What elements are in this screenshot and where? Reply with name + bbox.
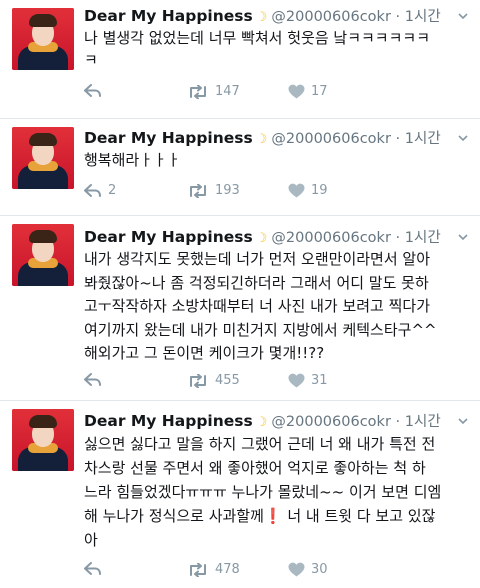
chevron-down-icon[interactable] <box>458 416 468 426</box>
timestamp[interactable]: 1시간 <box>405 5 441 26</box>
reply-icon <box>84 183 101 197</box>
display-name[interactable]: Dear My Happiness <box>84 228 253 246</box>
tweet[interactable]: Dear My Happiness ☽ @20000606cokr · 1시간 … <box>0 216 480 400</box>
tweet-actions: 147 17 <box>84 84 464 104</box>
like-button[interactable]: 19 <box>288 183 328 198</box>
time-separator: · <box>390 9 405 25</box>
time-separator: · <box>390 230 405 246</box>
tweet-header: Dear My Happiness ☽ @20000606cokr · 1시간 <box>84 5 441 25</box>
display-name[interactable]: Dear My Happiness <box>84 129 253 147</box>
tweet-text: 행복해라ㅏㅏㅏ <box>84 151 181 169</box>
chevron-down-icon[interactable] <box>458 232 468 242</box>
tweet[interactable]: Dear My Happiness ☽ @20000606cokr · 1시간 … <box>0 119 480 215</box>
retweet-button[interactable]: 147 <box>187 84 240 99</box>
user-handle[interactable]: @20000606cokr <box>271 414 391 430</box>
tweet-text: 싫으면 싫다고 말을 하지 그랬어 근데 너 왜 내가 특전 전 차스랑 선물 … <box>84 435 442 549</box>
reply-icon <box>84 373 101 386</box>
avatar[interactable] <box>12 127 74 189</box>
retweet-button[interactable]: 193 <box>187 183 240 198</box>
tweet-text: 나 별생각 없었는데 너무 빡쳐서 헛웃음 낰ㅋㅋㅋㅋㅋㅋ ㅋ <box>84 29 431 69</box>
retweet-icon <box>190 373 206 388</box>
tweet-header: Dear My Happiness ☽ @20000606cokr · 1시간 <box>84 226 441 246</box>
retweet-button[interactable]: 478 <box>187 562 240 577</box>
user-handle[interactable]: @20000606cokr <box>271 131 391 147</box>
avatar[interactable] <box>12 409 74 471</box>
reply-button[interactable]: 2 <box>84 183 116 198</box>
heart-icon <box>288 84 305 99</box>
timestamp[interactable]: 1시간 <box>405 226 441 247</box>
time-separator: · <box>390 131 405 147</box>
tweet-actions: 478 30 <box>84 562 464 582</box>
user-handle[interactable]: @20000606cokr <box>271 230 391 246</box>
like-count: 17 <box>311 84 328 99</box>
reply-button[interactable] <box>84 373 108 387</box>
crescent-moon-icon: ☽ <box>255 231 268 246</box>
retweet-icon <box>190 183 206 198</box>
heart-icon <box>288 373 305 388</box>
reply-icon <box>84 84 101 97</box>
tweet-actions: 455 31 <box>84 373 464 393</box>
retweet-count: 147 <box>215 84 240 99</box>
user-handle[interactable]: @20000606cokr <box>271 9 391 25</box>
like-count: 30 <box>311 562 328 577</box>
avatar[interactable] <box>12 8 74 70</box>
display-name[interactable]: Dear My Happiness <box>84 7 253 25</box>
timestamp[interactable]: 1시간 <box>405 127 441 148</box>
reply-button[interactable] <box>84 562 108 576</box>
like-count: 19 <box>311 183 328 198</box>
tweet[interactable]: Dear My Happiness ☽ @20000606cokr · 1시간 … <box>0 0 480 118</box>
tweet-actions: 2 193 19 <box>84 183 464 203</box>
retweet-icon <box>190 562 206 577</box>
retweet-count: 193 <box>215 183 240 198</box>
like-count: 31 <box>311 373 328 388</box>
reply-count: 2 <box>108 183 117 198</box>
heart-icon <box>288 183 305 198</box>
tweet-header: Dear My Happiness ☽ @20000606cokr · 1시간 <box>84 127 441 147</box>
crescent-moon-icon: ☽ <box>255 415 268 430</box>
display-name[interactable]: Dear My Happiness <box>84 412 253 430</box>
retweet-count: 455 <box>215 373 240 388</box>
tweet-header: Dear My Happiness ☽ @20000606cokr · 1시간 <box>84 410 441 430</box>
avatar[interactable] <box>12 224 74 286</box>
retweet-count: 478 <box>215 562 240 577</box>
like-button[interactable]: 30 <box>288 562 328 577</box>
timestamp[interactable]: 1시간 <box>405 410 441 431</box>
time-separator: · <box>390 414 405 430</box>
like-button[interactable]: 17 <box>288 84 328 99</box>
crescent-moon-icon: ☽ <box>255 10 268 25</box>
retweet-button[interactable]: 455 <box>187 373 240 388</box>
reply-icon <box>84 562 101 575</box>
chevron-down-icon[interactable] <box>458 133 468 143</box>
reply-button[interactable] <box>84 84 108 98</box>
chevron-down-icon[interactable] <box>458 11 468 21</box>
tweet[interactable]: Dear My Happiness ☽ @20000606cokr · 1시간 … <box>0 401 480 588</box>
like-button[interactable]: 31 <box>288 373 328 388</box>
heart-icon <box>288 562 305 577</box>
tweet-text: 내가 생각지도 못했는데 너가 먼저 오랜만이라면서 알아 봐줬잖아~나 좀 걱… <box>84 250 437 362</box>
retweet-icon <box>190 84 206 99</box>
crescent-moon-icon: ☽ <box>255 132 268 147</box>
